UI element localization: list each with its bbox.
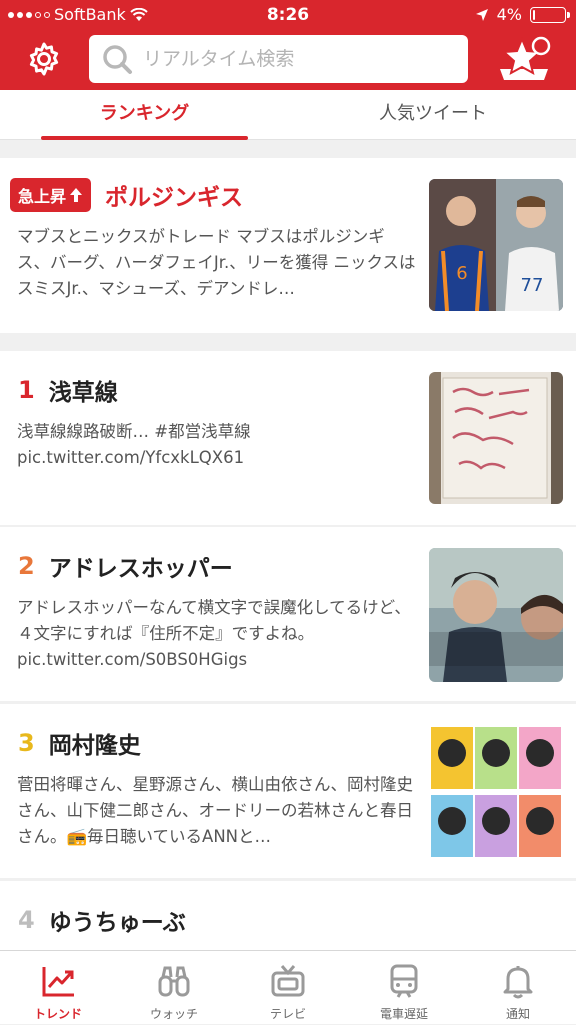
nav-label: 通知	[505, 1007, 530, 1021]
list-item-hot[interactable]: 急上昇 ポルジンギス マブスとニックスがトレード マブスはポルジンギス、バーグ、…	[0, 158, 576, 333]
item-description: 菅田将暉さん、星野源さん、横山由依さん、岡村隆史さん、山下健二郎さん、オードリー…	[17, 775, 413, 846]
location-arrow-icon	[475, 8, 488, 21]
search-icon	[103, 45, 132, 74]
svg-text:77: 77	[521, 275, 544, 296]
list-item-rank-1[interactable]: 1 浅草線 浅草線線路破断… #都営浅草線 pic.twitter.com/Yf…	[0, 351, 576, 525]
star-notification-icon[interactable]	[496, 36, 552, 82]
list-item-rank-3[interactable]: 3 岡村隆史 菅田将暉さん、星野源さん、横山由依さん、岡村隆史さん、山下健二郎さ…	[0, 704, 576, 878]
nav-label: ウォッチ	[149, 1007, 198, 1021]
svg-text:6: 6	[456, 263, 467, 284]
nav-label: 電車遅延	[379, 1007, 428, 1021]
search-bar[interactable]	[89, 35, 468, 83]
app-header: SoftBank 8:26 4%	[0, 0, 576, 90]
bell-icon	[503, 966, 533, 999]
tv-icon	[271, 965, 305, 997]
list-item-rank-4[interactable]: 4 ゆうちゅーぶ	[0, 881, 576, 950]
nav-trend[interactable]: トレンド	[10, 951, 106, 1025]
battery-percent: 4%	[496, 5, 522, 24]
battery-icon	[530, 6, 570, 23]
tab-bar: ランキング 人気ツイート	[0, 90, 576, 140]
item-title: ポルジンギス	[105, 185, 244, 211]
item-title: ゆうちゅーぶ	[48, 910, 186, 936]
rank-number: 1	[18, 376, 35, 404]
tab-ranking[interactable]: ランキング	[41, 90, 248, 140]
thumbnail-image: 6 77	[429, 179, 563, 311]
rank-number: 4	[18, 906, 35, 934]
thumbnail-image	[429, 372, 563, 504]
nav-train-delay[interactable]: 電車遅延	[356, 951, 452, 1025]
tab-popular-tweets[interactable]: 人気ツイート	[328, 90, 538, 140]
binoculars-icon	[158, 966, 190, 997]
gear-icon[interactable]	[26, 41, 62, 77]
item-description: 浅草線線路破断… #都営浅草線 pic.twitter.com/YfcxkLQX…	[17, 422, 251, 467]
nav-label: テレビ	[269, 1007, 306, 1021]
item-description: マブスとニックスがトレード マブスはポルジンギス、バーグ、ハーダフェイJr.、リ…	[17, 227, 416, 298]
trend-chart-icon	[42, 967, 74, 997]
thumbnail-image	[429, 725, 563, 859]
item-title: 岡村隆史	[48, 733, 141, 759]
list-item-rank-2[interactable]: 2 アドレスホッパー アドレスホッパーなんて横文字で誤魔化してるけど、４文字にす…	[0, 527, 576, 701]
thumbnail-image	[429, 548, 563, 682]
rising-badge: 急上昇	[10, 178, 92, 212]
status-bar: SoftBank 8:26 4%	[0, 0, 576, 30]
nav-tv[interactable]: テレビ	[240, 951, 336, 1025]
nav-label: トレンド	[33, 1007, 82, 1021]
rank-number: 2	[18, 552, 35, 580]
item-title: アドレスホッパー	[48, 556, 233, 582]
train-icon	[390, 964, 418, 998]
up-arrow-icon	[70, 188, 83, 202]
bottom-navigation: トレンド ウォッチ テレビ 電車遅延 通知	[0, 950, 576, 1024]
nav-watch[interactable]: ウォッチ	[126, 951, 222, 1025]
item-title: 浅草線	[48, 380, 118, 406]
search-input[interactable]	[141, 47, 445, 71]
rank-number: 3	[18, 729, 35, 757]
item-description: アドレスホッパーなんて横文字で誤魔化してるけど、４文字にすれば『住所不定』ですよ…	[17, 598, 411, 669]
nav-notifications[interactable]: 通知	[470, 951, 566, 1025]
rising-badge-label: 急上昇	[18, 187, 67, 206]
